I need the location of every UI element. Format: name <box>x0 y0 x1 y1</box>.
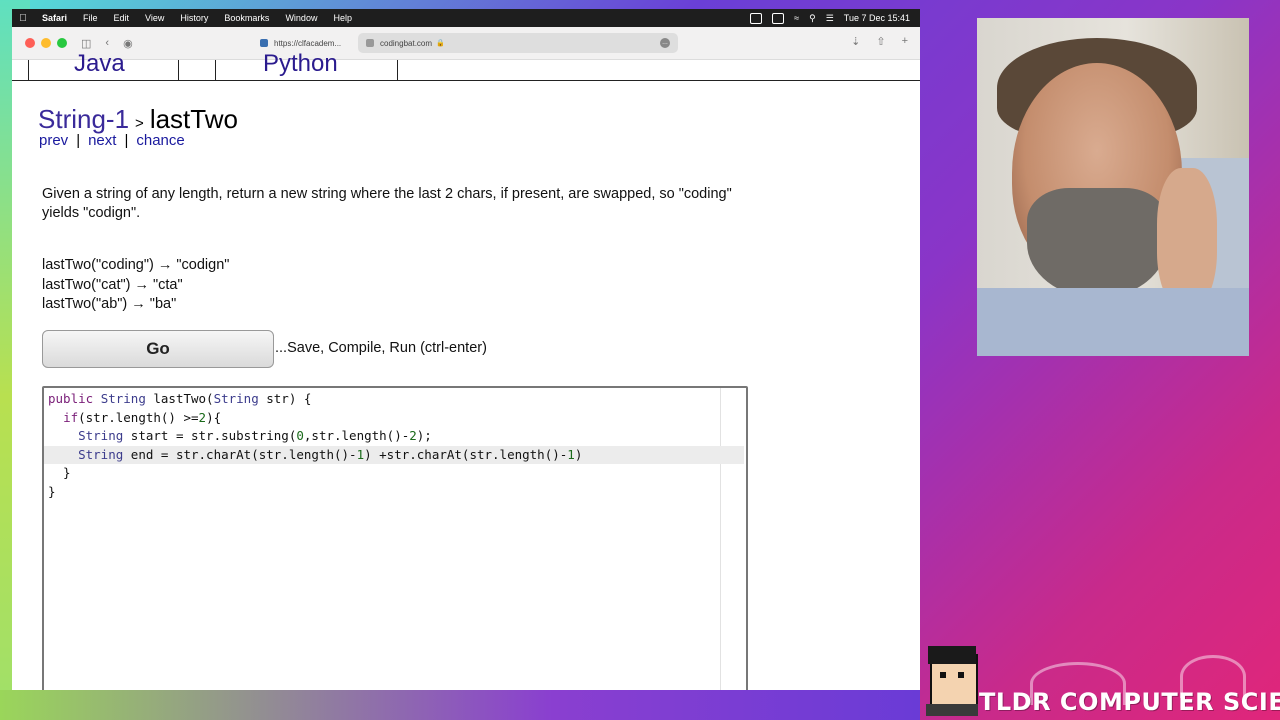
minimize-button[interactable] <box>41 38 51 48</box>
avatar-hair <box>928 646 976 664</box>
status-icon[interactable] <box>750 12 763 24</box>
avatar-shirt <box>926 704 978 716</box>
background-bottom <box>0 690 920 720</box>
menu-window[interactable]: Window <box>277 13 325 23</box>
sidebar-icon[interactable]: ◫ <box>81 37 91 50</box>
search-icon[interactable]: ⚲ <box>809 13 816 24</box>
menu-file[interactable]: File <box>75 13 106 23</box>
close-button[interactable] <box>25 38 35 48</box>
chance-link[interactable]: chance <box>136 132 184 149</box>
tab-divider <box>397 60 398 80</box>
lock-icon: 🔒 <box>436 40 445 47</box>
page-title: lastTwo <box>149 104 238 134</box>
toolbar-right: ⇣ ⇧ + <box>851 35 908 48</box>
example-line: lastTwo("coding") → "codign" <box>42 257 230 273</box>
window-controls <box>25 38 67 48</box>
webcam-beard <box>1027 188 1167 298</box>
menu-history[interactable]: History <box>172 13 216 23</box>
download-icon[interactable]: ⇣ <box>851 35 860 48</box>
avatar-eye <box>958 672 964 678</box>
breadcrumb-separator: > <box>135 115 144 132</box>
code-line-active[interactable]: String end = str.charAt(str.length()-1) … <box>44 445 744 464</box>
menu-edit[interactable]: Edit <box>106 13 138 23</box>
channel-logo-text: TLDR COMPUTER SCIENCE <box>979 688 1280 716</box>
favicon-icon <box>366 39 374 47</box>
language-tabs: Java Python <box>12 50 920 81</box>
example-line: lastTwo("ab") → "ba" <box>42 296 177 312</box>
tab-codingbat[interactable]: codingbat.com 🔒 … <box>358 33 678 53</box>
code-editor[interactable]: public String lastTwo(String str) { if(s… <box>42 386 748 690</box>
tab-divider <box>215 60 216 80</box>
breadcrumb-section[interactable]: String-1 <box>38 104 129 134</box>
tab-title: codingbat.com <box>380 38 433 48</box>
favicon-icon <box>260 39 268 47</box>
avatar-eye <box>940 672 946 678</box>
breadcrumb: String-1 > lastTwo <box>38 104 238 135</box>
clock[interactable]: Tue 7 Dec 15:41 <box>844 13 910 23</box>
back-icon[interactable]: ‹ <box>105 37 109 49</box>
code-line[interactable]: } <box>48 483 748 502</box>
zoom-button[interactable] <box>57 38 67 48</box>
tab-divider <box>178 60 179 80</box>
go-hint: ...Save, Compile, Run (ctrl-enter) <box>275 340 487 356</box>
safari-window: ◫ ‹ ◉ https://clfacadem... codingbat.com… <box>12 27 920 690</box>
prev-link[interactable]: prev <box>39 132 68 149</box>
menu-help[interactable]: Help <box>325 13 360 23</box>
code-line[interactable]: public String lastTwo(String str) { <box>48 390 748 409</box>
tab-title: https://clfacadem... <box>274 38 342 48</box>
problem-description: Given a string of any length, return a n… <box>42 186 732 221</box>
webcam-hand <box>1157 168 1217 308</box>
tab-divider <box>28 60 29 80</box>
next-link[interactable]: next <box>88 132 116 149</box>
pixel-avatar-logo <box>922 642 980 716</box>
webcam-overlay <box>977 18 1249 356</box>
menu-app-name[interactable]: Safari <box>34 13 75 23</box>
wifi-icon[interactable]: ≈ <box>794 13 799 23</box>
menu-bookmarks[interactable]: Bookmarks <box>216 13 277 23</box>
battery-icon[interactable] <box>772 12 785 24</box>
example-line: lastTwo("cat") → "cta" <box>42 276 183 293</box>
go-button[interactable]: Go <box>42 330 274 368</box>
code-line[interactable]: } <box>48 464 748 483</box>
nav-separator: | <box>76 132 81 149</box>
share-icon[interactable]: ⇧ <box>876 35 885 48</box>
examples: lastTwo("coding") → "codign" lastTwo("ca… <box>42 256 229 315</box>
apple-icon[interactable]:  <box>12 13 34 24</box>
page-content: Java Python String-1 > lastTwo prev | next | c… <box>12 50 920 690</box>
tab-java[interactable]: Java <box>74 50 125 80</box>
status-area: ≈ ⚲ ☰ Tue 7 Dec 15:41 <box>750 12 920 24</box>
more-icon[interactable]: … <box>660 38 670 48</box>
problem-nav: prev | next | chance <box>39 132 185 149</box>
browser-toolbar: ◫ ‹ ◉ https://clfacadem... codingbat.com… <box>12 27 920 60</box>
new-tab-icon[interactable]: + <box>902 35 908 48</box>
code-line[interactable]: if(str.length() >=2){ <box>48 409 748 428</box>
code-line[interactable]: String start = str.substring(0,str.lengt… <box>48 427 748 446</box>
tab-python[interactable]: Python <box>263 50 338 80</box>
nav-separator: | <box>124 132 129 149</box>
webcam-shirt <box>977 288 1249 356</box>
macos-menubar:  Safari File Edit View History Bookmark… <box>12 9 920 27</box>
control-center-icon[interactable]: ☰ <box>826 13 834 24</box>
shield-icon[interactable]: ◉ <box>123 37 133 50</box>
menu-view[interactable]: View <box>137 13 172 23</box>
